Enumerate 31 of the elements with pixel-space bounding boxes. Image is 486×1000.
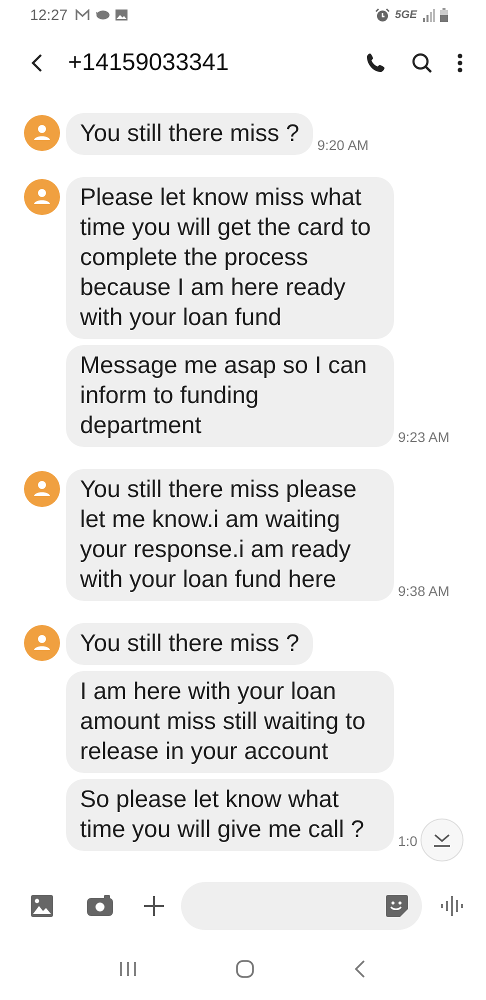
message-time: 1:0 [398, 833, 418, 849]
chat-icon [94, 9, 110, 21]
message-input-field[interactable] [181, 882, 422, 930]
plus-icon[interactable] [143, 895, 165, 917]
camera-icon[interactable] [87, 895, 113, 917]
signal-icon [422, 8, 435, 22]
network-type: 5GE [394, 9, 417, 21]
message-time: 9:23 AM [398, 429, 450, 445]
message-bubble[interactable]: So please let know what time you will give me call ? [66, 779, 394, 851]
status-time: 12:27 [30, 6, 68, 24]
message-bubble[interactable]: You still there miss ? [66, 623, 314, 665]
message-bubble[interactable]: Please let know miss what time you will get the card to complete the process because I am here ready with your loan fund [66, 177, 394, 339]
message-bubble[interactable]: You still there miss please let me know.i am waiting your response.i am ready with your loan fund here [66, 469, 394, 601]
image-icon [114, 9, 128, 21]
message-time: 9:20 AM [317, 137, 369, 153]
voice-record-icon[interactable] [440, 895, 464, 917]
scroll-down-button[interactable] [420, 818, 464, 862]
contact-number: +14159033341 [68, 49, 230, 77]
mail-icon [74, 9, 90, 21]
recent-apps-button[interactable] [119, 961, 137, 977]
more-options-icon[interactable] [456, 51, 464, 75]
search-icon[interactable] [410, 51, 434, 75]
message-bubble[interactable]: I am here with your loan amount miss still waiting to release in your account [66, 671, 394, 773]
sticker-icon[interactable] [386, 895, 408, 917]
message-time: 9:38 AM [398, 583, 450, 599]
home-button[interactable] [235, 959, 255, 979]
battery-icon [440, 8, 448, 22]
alarm-icon [374, 8, 390, 22]
gallery-icon[interactable] [31, 895, 53, 917]
message-bubble[interactable]: You still there miss ? [66, 113, 314, 155]
message-bubble[interactable]: Message me asap so I can inform to funding department [66, 345, 394, 447]
